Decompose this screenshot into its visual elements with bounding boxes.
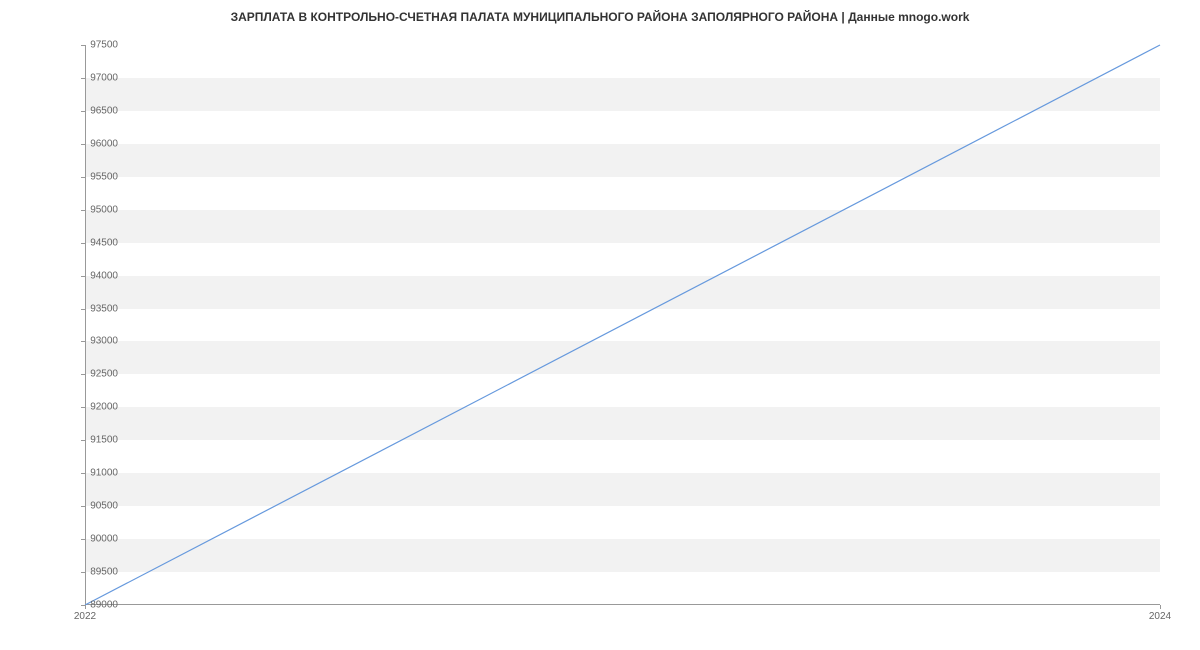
y-tick-label: 91000: [78, 468, 118, 479]
y-tick-label: 93500: [78, 303, 118, 314]
y-tick-label: 96500: [78, 105, 118, 116]
y-tick-label: 95000: [78, 204, 118, 215]
plot-area: 20222024: [85, 45, 1160, 605]
y-tick-label: 94000: [78, 270, 118, 281]
y-tick-label: 97000: [78, 72, 118, 83]
y-tick-label: 96000: [78, 138, 118, 149]
x-tick-mark: [1160, 605, 1161, 609]
chart-line: [85, 45, 1160, 605]
y-tick-label: 92500: [78, 369, 118, 380]
x-tick-label: 2024: [1149, 611, 1171, 622]
chart-title: ЗАРПЛАТА В КОНТРОЛЬНО-СЧЕТНАЯ ПАЛАТА МУН…: [0, 10, 1200, 24]
y-tick-label: 89000: [78, 600, 118, 611]
y-tick-label: 91500: [78, 435, 118, 446]
y-tick-label: 97500: [78, 40, 118, 51]
y-tick-label: 89500: [78, 567, 118, 578]
x-tick-label: 2022: [74, 611, 96, 622]
y-tick-label: 90000: [78, 534, 118, 545]
y-tick-label: 95500: [78, 171, 118, 182]
y-tick-label: 94500: [78, 237, 118, 248]
y-tick-label: 93000: [78, 336, 118, 347]
y-tick-label: 90500: [78, 501, 118, 512]
y-tick-label: 92000: [78, 402, 118, 413]
